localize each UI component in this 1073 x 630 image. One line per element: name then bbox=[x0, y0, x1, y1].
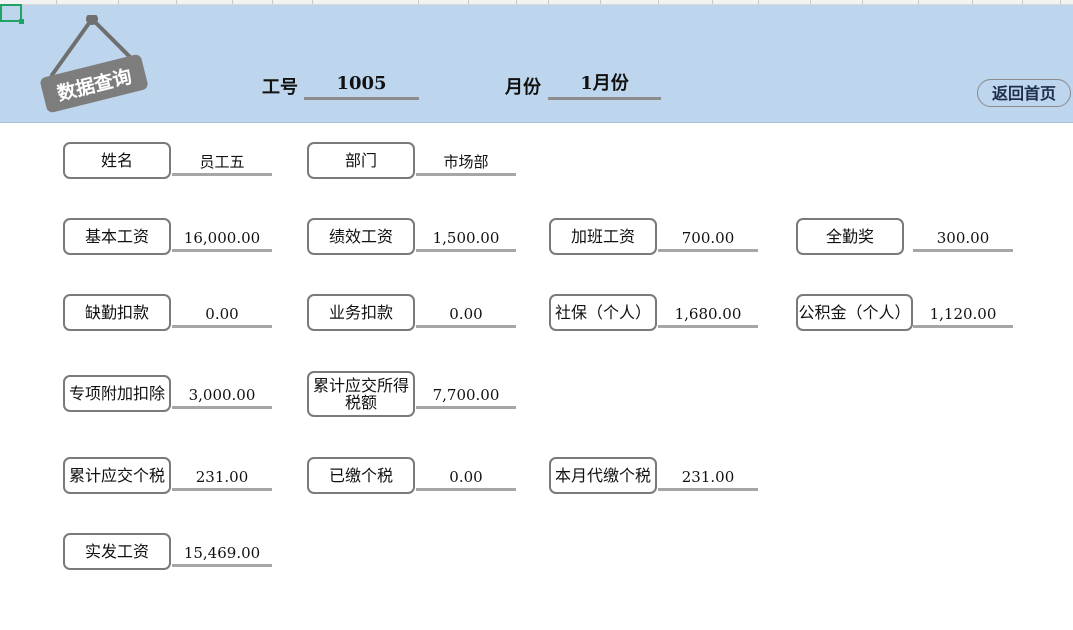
field-label-net-salary: 实发工资 bbox=[63, 533, 171, 570]
month-label: 月份 bbox=[505, 77, 541, 98]
field-value-cumulative-taxable-amount: 7,700.00 bbox=[416, 384, 516, 409]
employee-id-label: 工号 bbox=[262, 77, 298, 98]
field-label-special-deduction: 专项附加扣除 bbox=[63, 375, 171, 412]
field-value-special-deduction: 3,000.00 bbox=[172, 384, 272, 409]
field-value-absence-deduction: 0.00 bbox=[172, 303, 272, 328]
field-value-performance-pay: 1,500.00 bbox=[416, 227, 516, 252]
field-label-tax-paid: 已缴个税 bbox=[307, 457, 415, 494]
field-label-business-deduction: 业务扣款 bbox=[307, 294, 415, 331]
field-label-attendance-bonus: 全勤奖 bbox=[796, 218, 904, 255]
field-value-net-salary: 15,469.00 bbox=[172, 542, 272, 567]
return-home-button[interactable]: 返回首页 bbox=[977, 79, 1071, 107]
month-field[interactable]: 1月份 bbox=[548, 73, 661, 100]
hanging-sign-logo: 数据查询 bbox=[40, 15, 148, 113]
query-header: 数据查询 bbox=[0, 5, 1073, 123]
field-label-performance-pay: 绩效工资 bbox=[307, 218, 415, 255]
active-cell-cursor[interactable] bbox=[0, 4, 24, 24]
field-value-attendance-bonus: 300.00 bbox=[913, 227, 1013, 252]
field-value-name: 员工五 bbox=[172, 151, 272, 176]
field-label-overtime-pay: 加班工资 bbox=[549, 218, 657, 255]
employee-id-field[interactable]: 1005 bbox=[304, 73, 419, 100]
field-label-absence-deduction: 缺勤扣款 bbox=[63, 294, 171, 331]
field-label-monthly-withheld-tax: 本月代缴个税 bbox=[549, 457, 657, 494]
field-value-base-salary: 16,000.00 bbox=[172, 227, 272, 252]
field-label-base-salary: 基本工资 bbox=[63, 218, 171, 255]
field-label-housing-fund: 公积金（个人） bbox=[796, 294, 913, 331]
field-label-name: 姓名 bbox=[63, 142, 171, 179]
field-value-business-deduction: 0.00 bbox=[416, 303, 516, 328]
field-label-cumulative-taxable-amount: 累计应交所得税额 bbox=[307, 371, 415, 417]
field-value-social-insurance: 1,680.00 bbox=[658, 303, 758, 328]
field-value-housing-fund: 1,120.00 bbox=[913, 303, 1013, 328]
field-label-department: 部门 bbox=[307, 142, 415, 179]
field-value-overtime-pay: 700.00 bbox=[658, 227, 758, 252]
field-value-cumulative-tax-due: 231.00 bbox=[172, 466, 272, 491]
field-label-cumulative-tax-due: 累计应交个税 bbox=[63, 457, 171, 494]
field-value-department: 市场部 bbox=[416, 151, 516, 176]
field-value-tax-paid: 0.00 bbox=[416, 466, 516, 491]
field-label-social-insurance: 社保（个人） bbox=[549, 294, 657, 331]
field-value-monthly-withheld-tax: 231.00 bbox=[658, 466, 758, 491]
